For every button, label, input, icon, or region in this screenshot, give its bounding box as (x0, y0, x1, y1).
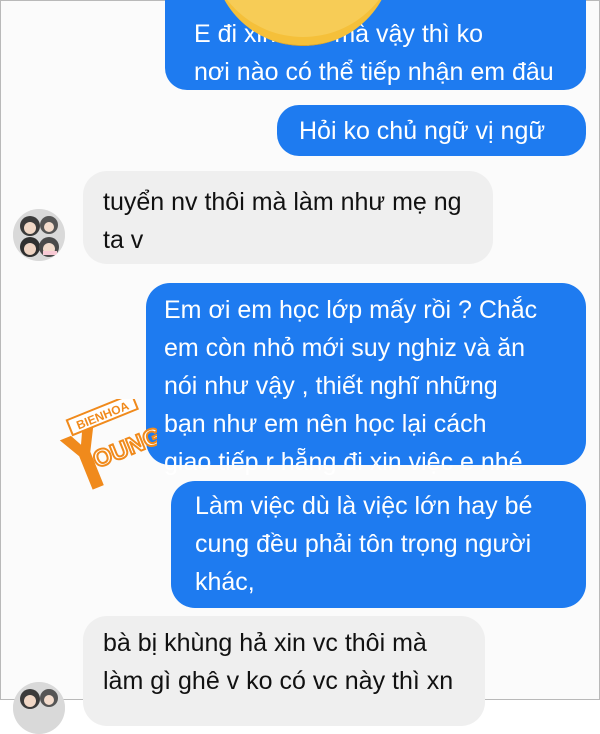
message-line: tuyển nv thôi mà làm như mẹ ng (103, 188, 462, 216)
message-line: Hỏi ko chủ ngữ vị ngữ (299, 117, 546, 145)
message-line: bà bị khùng hả xin vc thôi mà (103, 629, 427, 657)
message-line: làm gì ghê v ko có vc này thì xn (103, 667, 454, 695)
message-line: Làm việc dù là việc lớn hay bé (195, 492, 533, 520)
watermark-logo: BIENHOA OUNG (59, 399, 157, 490)
chat-screenshot: E đi xin việc mà vậy thì ko nơi nào có t… (0, 0, 600, 734)
avatar-photo-icon (13, 209, 65, 261)
message-line: nói như vậy , thiết nghĩ những (164, 372, 498, 400)
watermark-text-bottom: OUNG (89, 422, 157, 474)
message-line: giao tiếp r hẵng đi xin việc e nhé (164, 448, 523, 476)
message-outgoing: E đi xin việc mà vậy thì ko nơi nào có t… (165, 0, 586, 90)
message-line: nơi nào có thể tiếp nhận em đâu (194, 58, 554, 86)
avatar[interactable] (13, 682, 65, 734)
message-line: em còn nhỏ mới suy nghiz và ăn (164, 334, 526, 362)
message-line: ta v (103, 226, 144, 254)
avatar[interactable] (13, 209, 65, 261)
message-line: Em ơi em học lớp mấy rồi ? Chắc (164, 296, 538, 324)
message-line: khác, (195, 568, 255, 596)
avatar-photo-icon (13, 682, 65, 734)
message-line: cung đều phải tôn trọng người (195, 530, 532, 558)
message-incoming: bà bị khùng hả xin vc thôi mà làm gì ghê… (83, 616, 485, 726)
message-line: bạn như em nên học lại cách (164, 410, 487, 438)
message-outgoing: Em ơi em học lớp mấy rồi ? Chắc em còn n… (146, 283, 586, 476)
message-incoming: tuyển nv thôi mà làm như mẹ ng ta v (83, 171, 493, 264)
message-outgoing: Hỏi ko chủ ngữ vị ngữ (277, 105, 586, 156)
message-outgoing: Làm việc dù là việc lớn hay bé cung đều … (171, 481, 586, 608)
